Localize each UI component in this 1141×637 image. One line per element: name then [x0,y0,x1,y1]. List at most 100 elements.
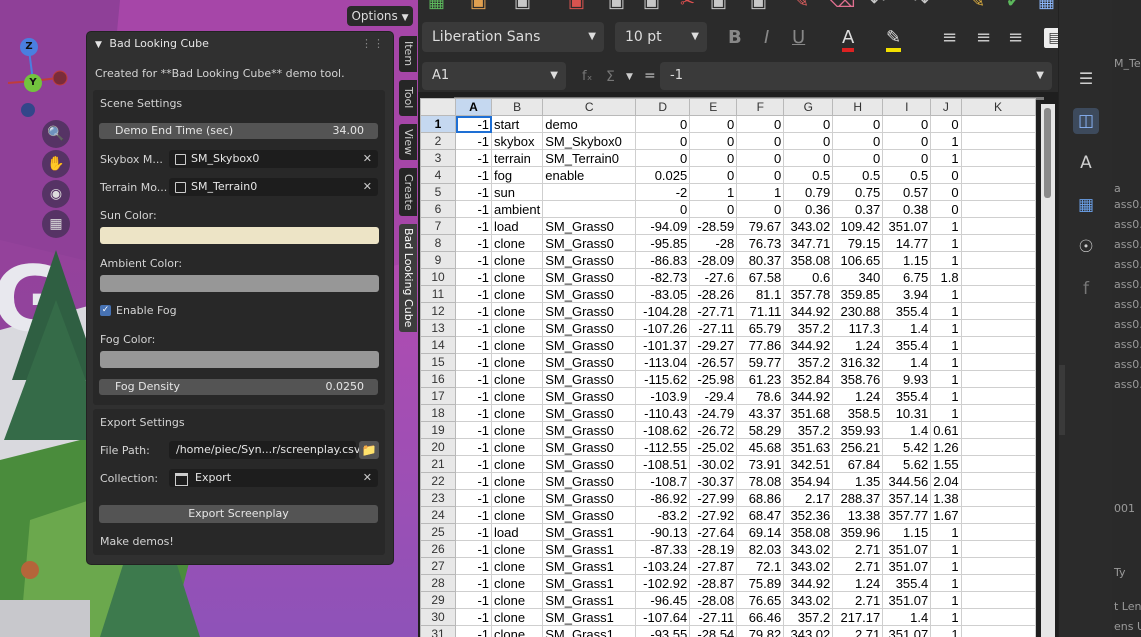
table-cell[interactable]: clone [490,608,544,626]
table-cell[interactable]: 0.36 [783,200,834,218]
table-cell[interactable]: 106.65 [832,251,884,269]
table-cell[interactable]: demo [542,115,637,133]
table-cell[interactable]: clone [490,421,544,439]
table-cell[interactable]: clone [490,506,544,524]
table-cell[interactable]: 1.67 [930,506,962,524]
table-cell[interactable]: -1 [455,166,492,184]
table-cell[interactable]: SM_Grass1 [542,523,637,541]
table-cell[interactable]: clone [490,591,544,609]
table-cell[interactable]: 0 [736,200,785,218]
tab-tool[interactable]: Tool [399,80,417,116]
table-cell[interactable]: -1 [455,404,492,422]
table-cell[interactable]: 344.56 [882,472,932,490]
table-cell[interactable]: 1.24 [832,574,884,592]
table-cell[interactable]: -1 [455,557,492,575]
table-cell[interactable]: -28.54 [689,625,738,637]
table-cell[interactable]: 0 [635,149,691,167]
hand-pan-icon[interactable]: ✋ [42,150,70,178]
accept-icon[interactable]: ✔ [1006,0,1021,12]
grid-icon[interactable]: ▦ [42,210,70,238]
table-cell[interactable]: 78.08 [736,472,785,490]
column-header[interactable]: G [783,98,834,116]
table-cell[interactable]: 1 [930,387,962,405]
table-cell[interactable]: 2.17 [783,489,834,507]
table-cell[interactable]: -25.02 [689,438,738,456]
table-cell[interactable]: 0.6 [783,268,834,286]
table-cell[interactable]: 1.38 [930,489,962,507]
table-cell[interactable]: 1 [930,217,962,235]
styles-icon[interactable]: A [1073,150,1099,176]
redo-icon[interactable]: ↷ [914,0,929,12]
table-cell[interactable]: 351.07 [882,557,932,575]
table-cell[interactable]: 10.31 [882,404,932,422]
table-cell[interactable]: 351.07 [882,591,932,609]
table-cell[interactable]: 351.68 [783,404,834,422]
table-cell[interactable]: 79.15 [832,234,884,252]
table-cell[interactable]: SM_Grass0 [542,489,637,507]
table-cell[interactable]: -104.28 [635,302,691,320]
table-cell[interactable]: -1 [455,472,492,490]
table-cell[interactable]: 81.1 [736,285,785,303]
table-cell[interactable]: clone [490,302,544,320]
properties-icon[interactable]: ◫ [1073,108,1099,134]
table-cell[interactable]: 73.91 [736,455,785,473]
axis-y-button[interactable]: Y [24,74,42,92]
table-cell[interactable]: 82.03 [736,540,785,558]
table-cell[interactable]: 1 [930,608,962,626]
table-cell[interactable]: -1 [455,149,492,167]
table-cell[interactable]: SM_Grass0 [542,217,637,235]
table-cell[interactable] [960,285,1036,303]
table-cell[interactable]: 357.14 [882,489,932,507]
table-cell[interactable]: -27.87 [689,557,738,575]
table-cell[interactable]: 0.025 [635,166,691,184]
collection-field[interactable]: Export ✕ [169,469,378,487]
row-header[interactable]: 12 [420,302,456,320]
table-cell[interactable]: 5.42 [882,438,932,456]
ambient-color-swatch[interactable] [100,275,379,292]
table-cell[interactable]: -24.79 [689,404,738,422]
table-cell[interactable]: -2 [635,183,691,201]
new-sheet-icon[interactable]: ▦ [428,0,445,12]
table-cell[interactable]: -107.26 [635,319,691,337]
table-cell[interactable] [960,302,1036,320]
table-cell[interactable]: 357.2 [783,353,834,371]
table-cell[interactable]: SM_Grass1 [542,591,637,609]
table-cell[interactable]: -103.9 [635,387,691,405]
table-cell[interactable] [960,132,1036,150]
column-header[interactable]: A [455,98,492,116]
align-left-icon[interactable]: ≡ [942,28,957,48]
table-cell[interactable]: clone [490,472,544,490]
table-cell[interactable]: 344.92 [783,302,834,320]
table-cell[interactable]: 77.86 [736,336,785,354]
table-cell[interactable]: 3.94 [882,285,932,303]
table-cell[interactable]: -27.92 [689,506,738,524]
table-cell[interactable] [960,217,1036,235]
table-cell[interactable]: 0.5 [783,166,834,184]
table-cell[interactable]: SM_Grass0 [542,302,637,320]
table-cell[interactable]: 357.2 [783,421,834,439]
table-cell[interactable]: -28.09 [689,251,738,269]
table-cell[interactable]: 1.35 [832,472,884,490]
table-cell[interactable]: 352.36 [783,506,834,524]
table-cell[interactable]: 66.46 [736,608,785,626]
open-folder-icon[interactable]: ▣ [470,0,487,12]
table-cell[interactable] [960,625,1036,637]
table-cell[interactable]: -1 [455,523,492,541]
table-cell[interactable]: clone [490,574,544,592]
table-cell[interactable]: 357.78 [783,285,834,303]
table-cell[interactable]: 0 [930,115,962,133]
table-cell[interactable]: -1 [455,438,492,456]
table-cell[interactable]: 0 [736,115,785,133]
table-cell[interactable]: terrain [490,149,544,167]
table-cell[interactable]: -108.51 [635,455,691,473]
table-cell[interactable]: SM_Grass1 [542,557,637,575]
chevron-down-icon[interactable]: ▼ [626,67,633,87]
row-header[interactable]: 25 [420,523,456,541]
table-cell[interactable]: sun [490,183,544,201]
column-header[interactable]: I [882,98,932,116]
table-cell[interactable]: 1.4 [882,421,932,439]
table-cell[interactable]: 45.68 [736,438,785,456]
table-cell[interactable]: -26.57 [689,353,738,371]
table-cell[interactable]: -1 [455,268,492,286]
table-cell[interactable]: -96.45 [635,591,691,609]
